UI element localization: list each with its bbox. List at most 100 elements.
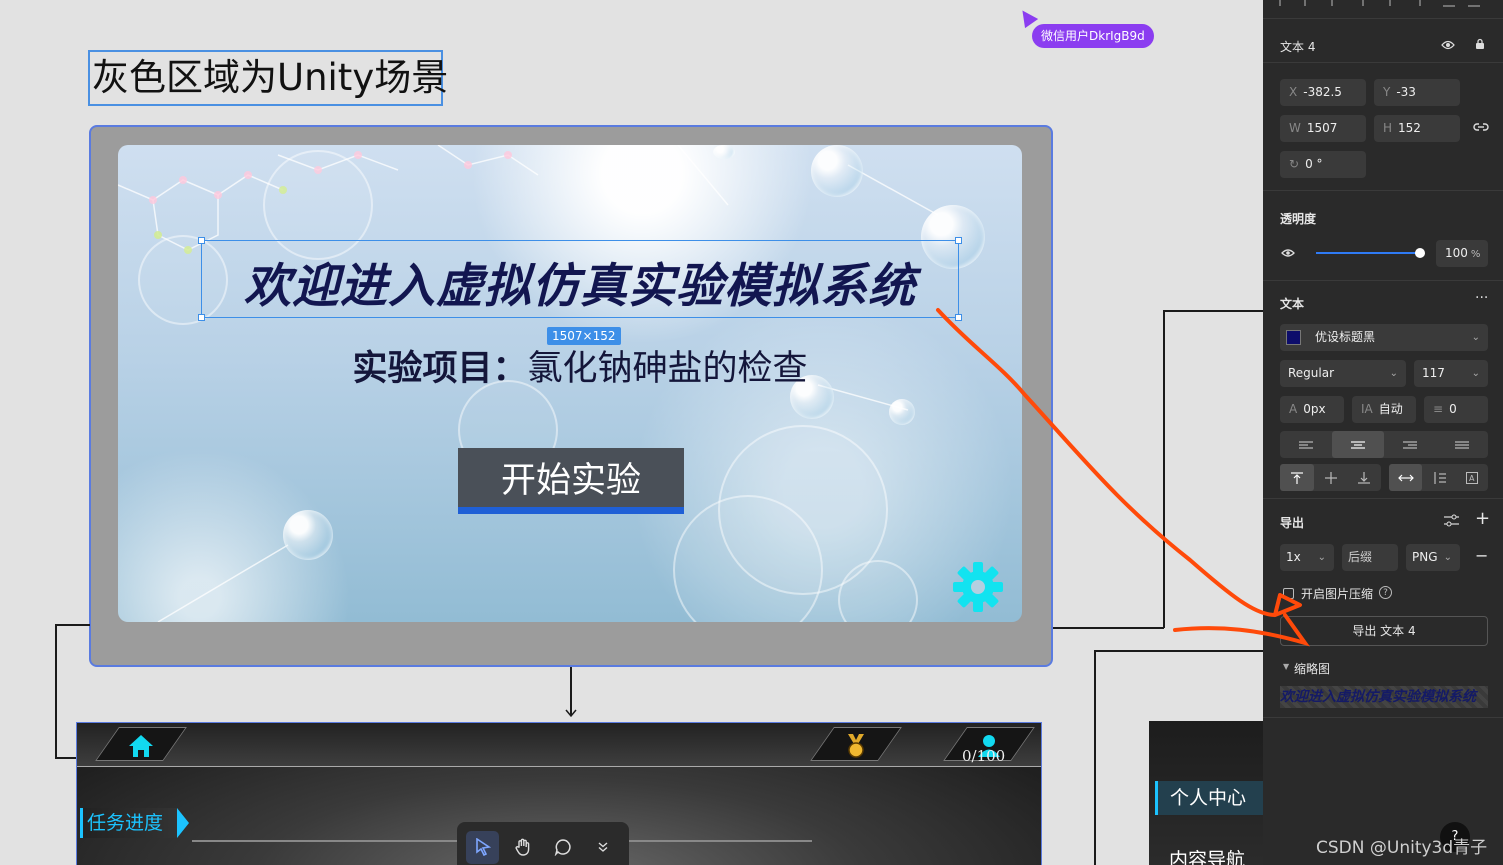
lock-icon[interactable] [1475, 38, 1485, 50]
home-icon [107, 729, 175, 763]
w-value: 1507 [1306, 121, 1338, 135]
paragraph-spacing-field[interactable]: ≡ 0 [1424, 396, 1488, 423]
rotation-field[interactable]: ↻ 0 ° [1280, 151, 1366, 178]
scene-title-text: 欢迎进入虚拟仿真实验模拟系统 [244, 259, 916, 314]
experiment-subtitle[interactable]: 实验项目：氯化钠砷盐的检查 [230, 340, 930, 391]
export-settings-icon[interactable] [1444, 514, 1459, 528]
rotation-icon: ↻ [1289, 157, 1300, 171]
export-suffix-input[interactable]: 后缀 [1342, 544, 1398, 571]
start-experiment-button[interactable]: 开始实验 [458, 448, 684, 514]
chevron-down-icon: ⌄ [1443, 552, 1452, 563]
line-height-field[interactable]: IA 自动 [1352, 396, 1416, 423]
annotation-arrow-drawing [936, 308, 1310, 647]
chevron-down-icon: ⌄ [1389, 368, 1398, 379]
resize-handle-tr[interactable] [955, 237, 962, 244]
frame-title-label[interactable]: 灰色区域为Unity场景 [88, 50, 448, 106]
more-tools-button[interactable] [586, 831, 619, 864]
opacity-input[interactable]: 100% [1436, 240, 1488, 267]
font-family-value: 优设标题黑 [1315, 330, 1376, 344]
connector-left-bottom [55, 757, 77, 759]
side-menu-frame[interactable]: 个人中心 内容导航 [1149, 721, 1269, 865]
visibility-eye-icon[interactable] [1441, 39, 1455, 51]
font-size-select[interactable]: 117 ⌄ [1414, 360, 1488, 387]
align-center-icon [1351, 440, 1365, 449]
align-center-button[interactable] [1332, 431, 1384, 458]
canvas-toolbar [457, 822, 629, 865]
y-position-field[interactable]: Y -33 [1374, 79, 1460, 106]
line-height-value: 自动 [1378, 402, 1403, 416]
hand-tool-button[interactable] [506, 831, 539, 864]
task-progress-label: 任务进度 [80, 808, 190, 838]
opacity-section-title: 透明度 [1280, 212, 1317, 226]
valign-middle-icon [1324, 471, 1337, 484]
selected-title-text-layer[interactable]: 欢迎进入虚拟仿真实验模拟系统 [198, 237, 962, 321]
thumbnail-section-title: 缩略图 [1294, 662, 1331, 676]
auto-width-button[interactable] [1389, 464, 1422, 491]
valign-bottom-button[interactable] [1347, 464, 1381, 491]
x-label: X [1289, 85, 1298, 99]
export-format-value: PNG [1412, 550, 1438, 564]
chevron-down-icon: ⌄ [1471, 368, 1480, 379]
help-circle-icon[interactable]: ? [1379, 586, 1392, 599]
remove-export-icon[interactable]: − [1475, 546, 1488, 565]
opacity-slider-track[interactable] [1316, 252, 1421, 254]
valign-bottom-icon [1358, 471, 1371, 484]
add-export-icon[interactable]: + [1475, 508, 1490, 529]
chevron-down-icon: ⌄ [1471, 332, 1480, 343]
y-label: Y [1383, 85, 1391, 99]
paragraph-spacing-icon: ≡ [1433, 402, 1444, 416]
font-size-value: 117 [1422, 366, 1445, 380]
h-value: 152 [1398, 121, 1421, 135]
layer-name: 文本 4 [1280, 40, 1316, 54]
export-suffix-placeholder: 后缀 [1348, 550, 1373, 564]
fixed-size-icon: A [1465, 471, 1478, 484]
align-justify-icon [1455, 440, 1469, 449]
watermark-text: CSDN @Unity3d青子 [1316, 838, 1488, 858]
score-counter: 0/100 [962, 747, 1006, 765]
chevron-down-icon[interactable]: ▼ [1283, 662, 1289, 671]
auto-width-icon [1397, 474, 1414, 481]
connector-left-top [55, 624, 90, 626]
align-justify-button[interactable] [1436, 431, 1488, 458]
opacity-unit: % [1470, 249, 1481, 260]
x-value: -382.5 [1303, 85, 1342, 99]
export-format-select[interactable]: PNG ⌄ [1406, 544, 1460, 571]
opacity-slider-thumb[interactable] [1415, 248, 1425, 258]
connector-left-vertical [55, 624, 57, 759]
opacity-value: 100 [1445, 246, 1468, 260]
link-constrain-icon[interactable] [1473, 122, 1489, 132]
auto-height-icon [1433, 471, 1446, 484]
menu-item-profile[interactable]: 个人中心 [1155, 781, 1269, 815]
text-resize-group: A [1389, 464, 1488, 491]
y-value: -33 [1396, 85, 1416, 99]
medal-icon [822, 729, 890, 763]
more-options-icon[interactable]: ··· [1475, 290, 1488, 306]
align-right-icon [1403, 440, 1417, 449]
w-label: W [1289, 121, 1301, 135]
thumbnail-preview: 欢迎进入虚拟仿真实验模拟系统 [1280, 686, 1488, 708]
comment-tool-button[interactable] [546, 831, 579, 864]
chevron-down-icon [598, 842, 607, 852]
svg-text:A: A [1469, 474, 1475, 483]
pointer-icon [475, 838, 491, 856]
rotation-value: 0 ° [1305, 157, 1323, 171]
resize-handle-tl[interactable] [198, 237, 205, 244]
collaborator-cursor-icon [1015, 5, 1039, 29]
hand-icon [514, 838, 529, 856]
subtitle-label: 实验项目： [352, 349, 528, 389]
width-field[interactable]: W 1507 [1280, 115, 1366, 142]
select-tool-button[interactable] [466, 830, 499, 864]
alignment-icons[interactable] [1275, 0, 1495, 10]
paragraph-spacing-value: 0 [1449, 402, 1457, 416]
opacity-eye-icon[interactable] [1281, 248, 1295, 258]
subtitle-value: 氯化钠砷盐的检查 [527, 349, 808, 389]
align-right-button[interactable] [1384, 431, 1436, 458]
collaborator-name-tag: 微信用户DkrIgB9d [1032, 24, 1154, 48]
height-field[interactable]: H 152 [1374, 115, 1460, 142]
x-position-field[interactable]: X -382.5 [1280, 79, 1366, 106]
comment-icon [554, 839, 571, 856]
menu-item-navigation[interactable]: 内容导航 [1169, 845, 1245, 865]
auto-height-button[interactable] [1422, 464, 1455, 491]
connector-right-2-vertical [1094, 650, 1096, 865]
fixed-size-button[interactable]: A [1455, 464, 1488, 491]
